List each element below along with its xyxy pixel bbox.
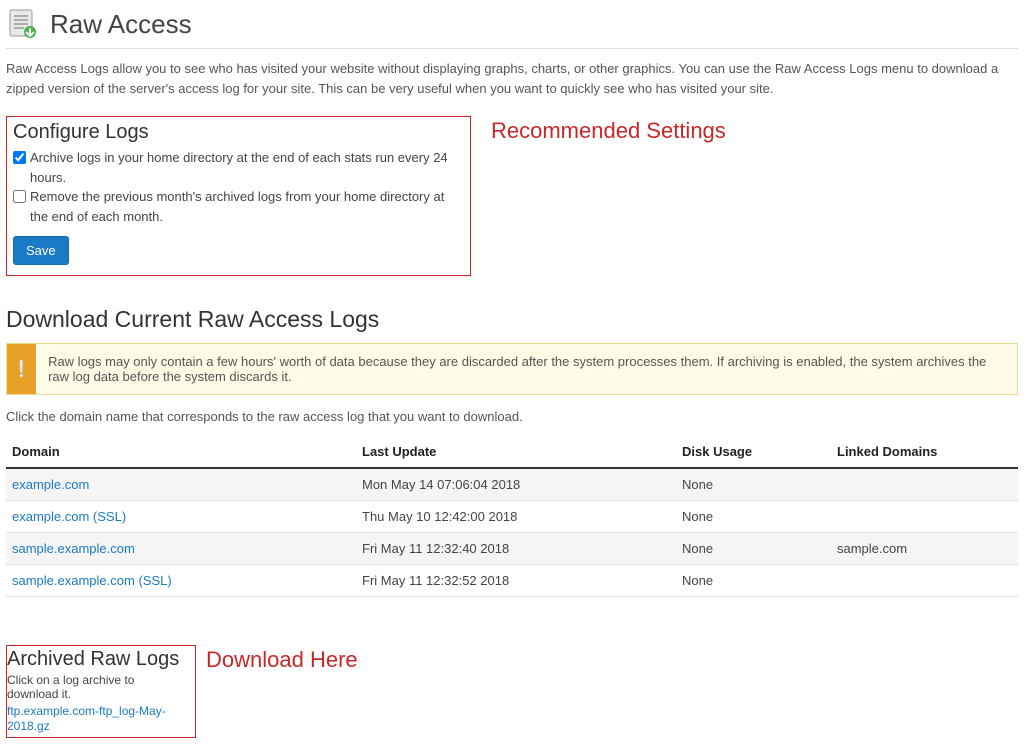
table-row: example.com Mon May 14 07:06:04 2018None bbox=[6, 468, 1018, 501]
last-update-cell: Fri May 11 12:32:40 2018 bbox=[356, 533, 676, 565]
linked-cell bbox=[831, 501, 1018, 533]
annotation-download-here: Download Here bbox=[206, 645, 358, 673]
archived-heading: Archived Raw Logs bbox=[7, 648, 189, 671]
download-instruction: Click the domain name that corresponds t… bbox=[6, 409, 1018, 424]
col-disk-usage: Disk Usage bbox=[676, 436, 831, 468]
domain-link[interactable]: example.com (SSL) bbox=[12, 509, 126, 524]
linked-cell bbox=[831, 565, 1018, 597]
table-row: sample.example.com Fri May 11 12:32:40 20… bbox=[6, 533, 1018, 565]
logs-table: Domain Last Update Disk Usage Linked Dom… bbox=[6, 436, 1018, 597]
remove-checkbox-row[interactable]: Remove the previous month's archived log… bbox=[13, 187, 460, 226]
archive-label: Archive logs in your home directory at t… bbox=[30, 148, 460, 187]
archived-file-link[interactable]: ftp.example.com-ftp_log-May-2018.gz bbox=[7, 704, 166, 733]
archive-checkbox-row[interactable]: Archive logs in your home directory at t… bbox=[13, 148, 460, 187]
archive-checkbox[interactable] bbox=[13, 151, 26, 164]
domain-link[interactable]: sample.example.com (SSL) bbox=[12, 573, 172, 588]
table-row: sample.example.com (SSL) Fri May 11 12:32… bbox=[6, 565, 1018, 597]
disk-usage-cell: None bbox=[676, 468, 831, 501]
annotation-recommended: Recommended Settings bbox=[491, 116, 726, 144]
domain-link[interactable]: example.com bbox=[12, 477, 89, 492]
remove-checkbox[interactable] bbox=[13, 190, 26, 203]
info-notice: ❕ Raw logs may only contain a few hours'… bbox=[6, 343, 1018, 395]
last-update-cell: Fri May 11 12:32:52 2018 bbox=[356, 565, 676, 597]
disk-usage-cell: None bbox=[676, 565, 831, 597]
download-heading: Download Current Raw Access Logs bbox=[6, 306, 1018, 333]
disk-usage-cell: None bbox=[676, 533, 831, 565]
archived-instruction: Click on a log archive to download it. bbox=[7, 673, 189, 701]
intro-text: Raw Access Logs allow you to see who has… bbox=[6, 59, 1018, 98]
raw-access-icon bbox=[6, 8, 38, 40]
domain-link[interactable]: sample.example.com bbox=[12, 541, 135, 556]
col-last-update: Last Update bbox=[356, 436, 676, 468]
table-row: example.com (SSL) Thu May 10 12:42:00 201… bbox=[6, 501, 1018, 533]
linked-cell: sample.com bbox=[831, 533, 1018, 565]
col-linked: Linked Domains bbox=[831, 436, 1018, 468]
last-update-cell: Mon May 14 07:06:04 2018 bbox=[356, 468, 676, 501]
page-title: Raw Access bbox=[50, 9, 192, 40]
info-icon: ❕ bbox=[7, 344, 36, 394]
col-domain: Domain bbox=[6, 436, 356, 468]
archived-logs-panel: Archived Raw Logs Click on a log archive… bbox=[6, 645, 196, 738]
info-message: Raw logs may only contain a few hours' w… bbox=[36, 344, 1017, 394]
disk-usage-cell: None bbox=[676, 501, 831, 533]
configure-logs-panel: Configure Logs Archive logs in your home… bbox=[6, 116, 471, 276]
remove-label: Remove the previous month's archived log… bbox=[30, 187, 460, 226]
save-button[interactable]: Save bbox=[13, 236, 69, 265]
page-header: Raw Access bbox=[6, 8, 1018, 49]
configure-heading: Configure Logs bbox=[13, 121, 460, 144]
linked-cell bbox=[831, 468, 1018, 501]
last-update-cell: Thu May 10 12:42:00 2018 bbox=[356, 501, 676, 533]
